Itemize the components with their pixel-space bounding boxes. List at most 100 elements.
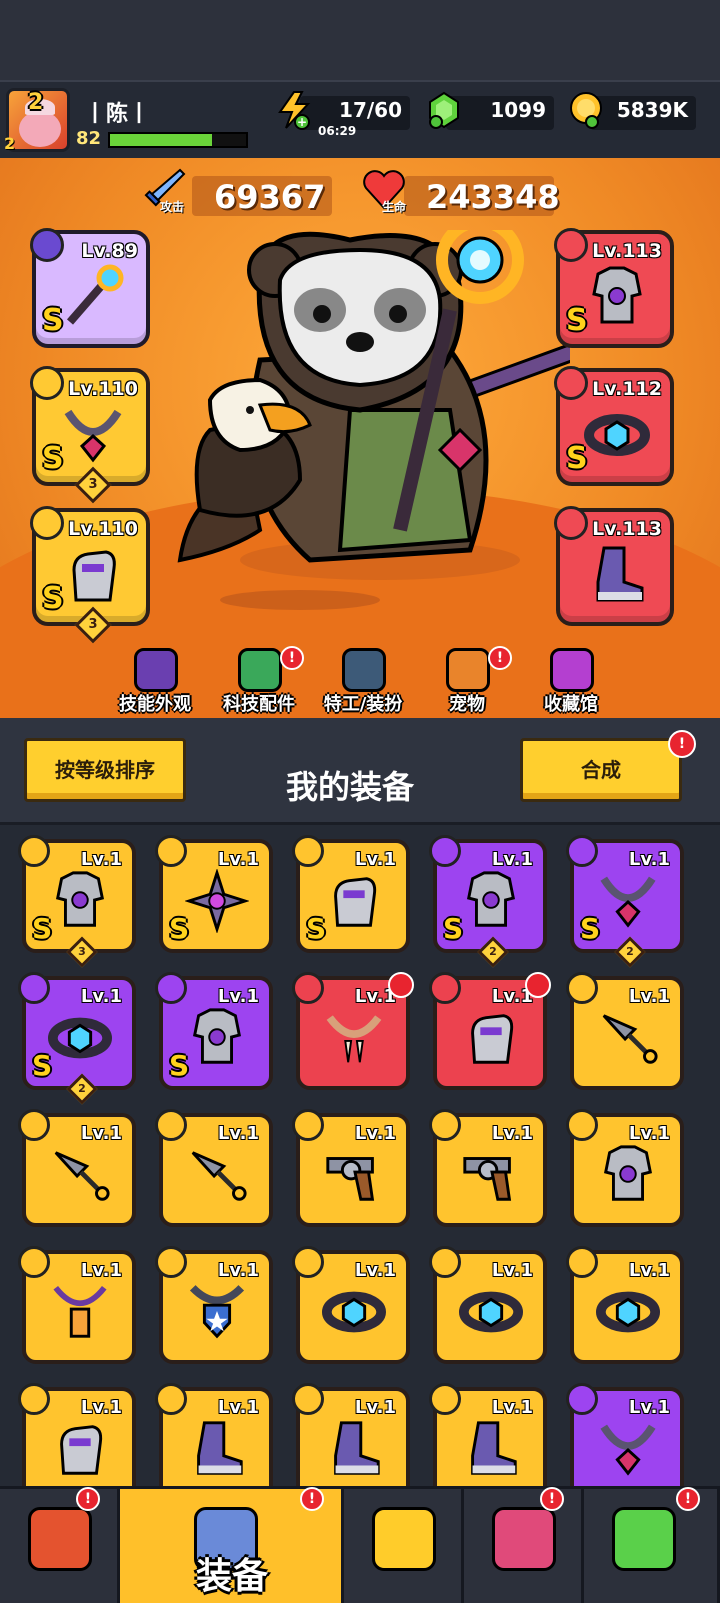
- necklace-icon: [600, 1424, 656, 1476]
- feature-nav-item-1[interactable]: 科技配件!: [204, 640, 314, 718]
- tab-equipment[interactable]: 装备!: [120, 1487, 344, 1603]
- inventory-item[interactable]: Lv.1: [292, 1246, 410, 1364]
- evolve-icon: [612, 1507, 676, 1571]
- item-category-icon: [429, 835, 461, 867]
- item-category-icon: [18, 972, 50, 1004]
- inventory-item[interactable]: Lv.1 S: [292, 835, 410, 953]
- equipped-gloves-slot[interactable]: Lv.110 S 3: [30, 506, 150, 644]
- feature-nav-item-3[interactable]: 宠物!: [412, 640, 522, 718]
- feature-nav-label: 技能外观: [119, 694, 191, 715]
- boots-icon: [334, 1421, 380, 1475]
- hero-panda-character[interactable]: [150, 230, 570, 610]
- item-category-icon: [155, 835, 187, 867]
- inventory-item[interactable]: Lv.1: [292, 972, 414, 1090]
- boots-icon: [197, 1421, 243, 1475]
- feature-nav: 技能外观 科技配件! 特工/装扮 宠物! 收藏馆: [100, 640, 620, 718]
- item-level: Lv.113: [592, 240, 662, 262]
- item-grade: S: [580, 912, 601, 945]
- coin-counter[interactable]: 5839K: [590, 96, 696, 130]
- equipped-necklace-slot[interactable]: Lv.110 S 3: [30, 366, 150, 504]
- armor-icon: [55, 871, 105, 927]
- equipped-weapon-slot[interactable]: Lv.89 S: [30, 228, 150, 348]
- inventory-item[interactable]: Lv.1: [429, 1109, 547, 1227]
- inventory-item[interactable]: Lv.1: [566, 1246, 684, 1364]
- tab-battle[interactable]: [344, 1489, 464, 1603]
- gauntlet-icon: [60, 1425, 103, 1475]
- item-grade: S: [42, 581, 64, 616]
- necklace-category-icon: [30, 366, 64, 400]
- battle-icon: [372, 1507, 436, 1571]
- alert-badge: !: [488, 646, 512, 670]
- inventory-item[interactable]: Lv.1: [292, 1109, 410, 1227]
- inventory-item[interactable]: Lv.1: [18, 1383, 136, 1486]
- item-grade: S: [42, 303, 64, 338]
- item-level: Lv.1: [491, 1123, 533, 1144]
- item-category-icon: [566, 1383, 598, 1415]
- item-level: Lv.1: [80, 1123, 122, 1144]
- inventory-item[interactable]: Lv.1: [155, 1383, 273, 1486]
- inventory-item[interactable]: Lv.1 S: [155, 972, 273, 1090]
- inventory-item[interactable]: Lv.1: [18, 1246, 136, 1364]
- alert-badge: !: [300, 1487, 324, 1511]
- inventory-item[interactable]: Lv.1: [18, 1109, 136, 1227]
- armor-category-icon: [554, 228, 588, 262]
- belt-category-icon: [554, 366, 588, 400]
- feature-nav-icon: [550, 648, 594, 692]
- inventory-item[interactable]: Lv.1 S 2: [566, 835, 684, 968]
- item-category-icon: [292, 1246, 324, 1278]
- inventory-item[interactable]: Lv.1 S: [155, 835, 273, 953]
- item-category-icon: [566, 1109, 598, 1141]
- item-category-icon: [155, 1246, 187, 1278]
- equipped-boots-slot[interactable]: Lv.113: [554, 506, 674, 626]
- inventory-item[interactable]: Lv.1: [155, 1246, 273, 1364]
- inventory-item[interactable]: Lv.1 S 2: [18, 972, 136, 1105]
- gold-coin-icon: [570, 92, 602, 129]
- feature-nav-item-0[interactable]: 技能外观: [100, 640, 210, 718]
- item-level: Lv.1: [80, 1260, 122, 1281]
- lantern-necklace-icon: [53, 1285, 107, 1338]
- item-level: Lv.1: [217, 1123, 259, 1144]
- item-category-icon: [155, 1109, 187, 1141]
- inventory-item[interactable]: Lv.1: [566, 972, 684, 1090]
- inventory-item[interactable]: Lv.1: [429, 972, 551, 1090]
- inventory-item[interactable]: Lv.1 S 2: [429, 835, 547, 968]
- avatar-face-icon: [19, 99, 61, 147]
- inventory-item[interactable]: Lv.1: [429, 1383, 547, 1486]
- inventory-item[interactable]: Lv.1: [429, 1246, 547, 1364]
- item-level: Lv.1: [628, 1260, 670, 1281]
- boots-icon: [596, 546, 644, 602]
- feature-nav-item-2[interactable]: 特工/装扮: [308, 640, 418, 718]
- belt-icon: [459, 1291, 523, 1333]
- inventory-item[interactable]: Lv.1: [566, 1109, 684, 1227]
- alert-badge: !: [540, 1487, 564, 1511]
- equipped-belt-slot[interactable]: Lv.112 S: [554, 366, 674, 486]
- inventory-item[interactable]: Lv.1: [155, 1109, 273, 1227]
- item-category-icon: [429, 972, 461, 1004]
- armor-icon: [592, 266, 642, 324]
- inventory-item[interactable]: Lv.1: [292, 1383, 410, 1486]
- sort-by-level-button[interactable]: 按等级排序: [24, 738, 186, 802]
- inventory-item[interactable]: Lv.1: [566, 1383, 684, 1486]
- item-level: Lv.1: [80, 1397, 122, 1418]
- item-level: Lv.1: [354, 1123, 396, 1144]
- inventory-item[interactable]: Lv.1 S 3: [18, 835, 136, 968]
- fang-necklace-icon: [326, 1015, 382, 1063]
- tab-gacha[interactable]: !: [464, 1487, 584, 1603]
- armor-icon: [466, 871, 516, 927]
- energy-value: 17/60: [339, 98, 402, 122]
- status-bar-area: [0, 0, 720, 80]
- feature-nav-item-4[interactable]: 收藏馆: [516, 640, 626, 718]
- feature-nav-icon: [342, 648, 386, 692]
- attack-stat: 69367: [192, 176, 332, 216]
- my-equipment-title: 我的装备: [286, 768, 415, 806]
- equipped-armor-slot[interactable]: Lv.113 S: [554, 228, 674, 348]
- hp-value: 243348: [426, 178, 560, 216]
- gem-counter[interactable]: 1099: [446, 96, 554, 130]
- item-category-icon: [566, 972, 598, 1004]
- item-category-icon: [292, 835, 324, 867]
- tab-evolve[interactable]: !: [584, 1487, 720, 1603]
- item-category-icon: [155, 972, 187, 1004]
- tab-shop[interactable]: !: [0, 1487, 120, 1603]
- weapon-category-icon: [30, 228, 64, 262]
- merge-button[interactable]: 合成: [520, 738, 682, 802]
